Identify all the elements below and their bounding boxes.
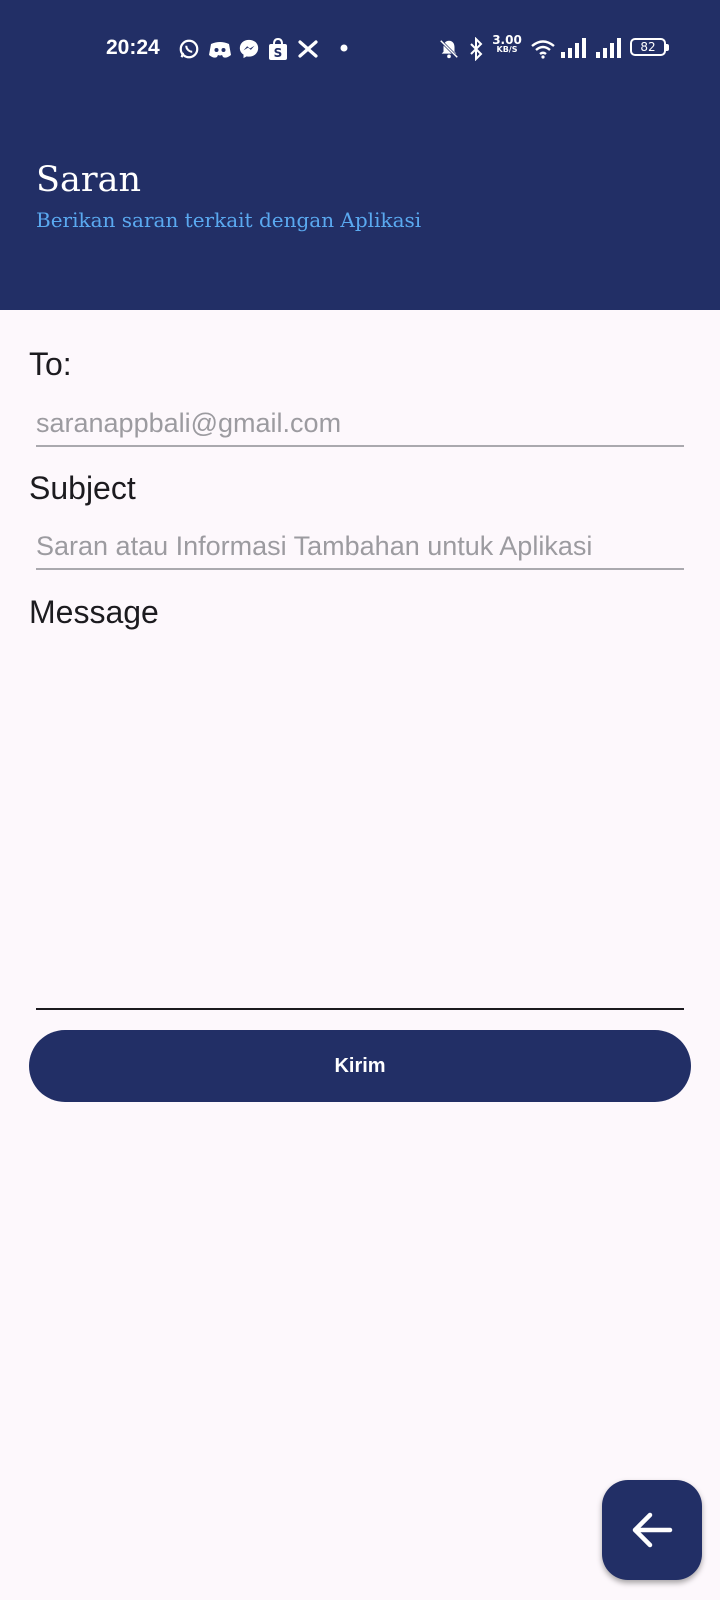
page-title: Saran	[36, 160, 141, 200]
to-label: To:	[29, 346, 72, 382]
whatsapp-icon	[179, 39, 199, 59]
battery-icon: 82	[630, 38, 669, 56]
send-button-label: Kirim	[334, 1054, 386, 1077]
messenger-icon	[239, 39, 259, 59]
subject-label: Subject	[29, 470, 136, 506]
signal-icon	[596, 38, 621, 58]
discord-icon	[209, 42, 231, 58]
dot-icon	[340, 44, 348, 52]
wifi-icon	[531, 40, 555, 59]
page-subtitle: Berikan saran terkait dengan Aplikasi	[36, 208, 422, 232]
status-bar: 20:24 S 3.00 KB/S 82	[0, 0, 720, 96]
svg-text:S: S	[274, 46, 283, 60]
net-speed: 3.00 KB/S	[492, 33, 522, 54]
message-field[interactable]	[36, 640, 684, 1010]
subject-field[interactable]: Saran atau Informasi Tambahan untuk Apli…	[36, 531, 684, 570]
bell-off-icon	[439, 39, 459, 59]
x-icon	[298, 40, 318, 58]
send-button[interactable]: Kirim	[29, 1030, 691, 1102]
message-label: Message	[29, 594, 159, 630]
shopee-icon: S	[269, 37, 287, 60]
bluetooth-icon	[470, 37, 483, 61]
to-field[interactable]: saranappbali@gmail.com	[36, 408, 684, 447]
status-time: 20:24	[106, 36, 160, 59]
back-button[interactable]	[602, 1480, 702, 1580]
signal-icon	[561, 38, 586, 58]
arrow-left-icon	[632, 1512, 673, 1548]
app-header: 20:24 S 3.00 KB/S 82 Saran Berikan saran…	[0, 0, 720, 310]
